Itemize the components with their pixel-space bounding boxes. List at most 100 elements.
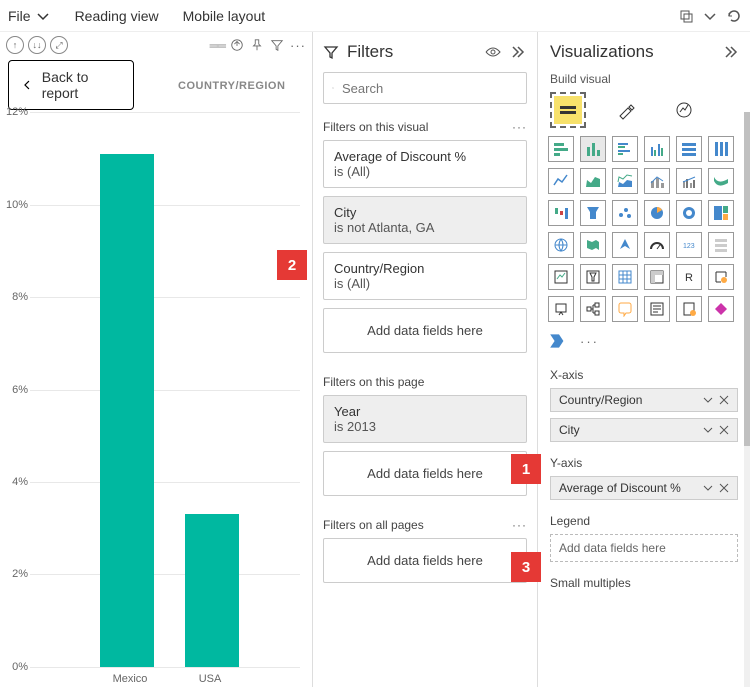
filter-icon (323, 44, 339, 60)
viz-stacked-column-icon[interactable] (580, 136, 606, 162)
chevron-down-icon[interactable] (703, 483, 713, 493)
all-filter-dropzone[interactable]: Add data fields here (323, 538, 527, 583)
viz-line-icon[interactable] (548, 168, 574, 194)
viz-kpi-icon[interactable] (548, 264, 574, 290)
viz-line-clustered-column-icon[interactable] (676, 168, 702, 194)
viz-100-stacked-bar-icon[interactable] (676, 136, 702, 162)
viz-waterfall-icon[interactable] (548, 200, 574, 226)
copy-icon[interactable] (678, 8, 694, 24)
chevron-down-icon[interactable] (703, 395, 713, 405)
bar-mexico[interactable] (100, 154, 154, 667)
viz-type-gallery: 123 R (538, 130, 750, 328)
viz-donut-icon[interactable] (676, 200, 702, 226)
filter-search[interactable] (323, 72, 527, 104)
viz-subtitle: Build visual (538, 72, 750, 92)
viz-qa-icon[interactable] (612, 296, 638, 322)
analytics-tab[interactable] (670, 96, 698, 124)
chevron-down-icon[interactable] (703, 425, 713, 435)
more-icon[interactable]: ··· (512, 120, 527, 134)
viz-clustered-column-icon[interactable] (644, 136, 670, 162)
y-tick: 12% (6, 106, 28, 118)
export-icon[interactable] (230, 38, 244, 52)
viz-table-icon[interactable] (612, 264, 638, 290)
viz-decomposition-tree-icon[interactable] (580, 296, 606, 322)
build-visual-tab[interactable] (554, 96, 582, 124)
power-automate-icon[interactable] (548, 330, 570, 352)
more-icon[interactable]: ··· (580, 334, 599, 349)
filter-icon[interactable] (270, 38, 284, 52)
drill-down-icon[interactable]: ↓↓ (28, 36, 46, 54)
scroll-thumb[interactable] (744, 112, 750, 446)
bar-usa[interactable] (185, 514, 239, 667)
expand-icon[interactable]: ⤢ (50, 36, 68, 54)
collapse-icon[interactable] (722, 44, 738, 60)
viz-r-visual-icon[interactable]: R (676, 264, 702, 290)
more-icon[interactable]: ··· (512, 518, 527, 532)
viz-100-stacked-column-icon[interactable] (708, 136, 734, 162)
viz-card-icon[interactable]: 123 (676, 232, 702, 258)
callout-2: 2 (277, 250, 307, 280)
viz-slicer-icon[interactable] (580, 264, 606, 290)
viz-stacked-area-icon[interactable] (612, 168, 638, 194)
close-icon[interactable] (719, 483, 729, 493)
visual-filter-dropzone[interactable]: Add data fields here (323, 308, 527, 353)
viz-matrix-icon[interactable] (644, 264, 670, 290)
chevron-down-icon[interactable] (702, 8, 718, 24)
drop-label: Add data fields here (559, 541, 666, 555)
scrollbar[interactable] (744, 112, 750, 687)
page-filter-dropzone[interactable]: Add data fields here (323, 451, 527, 496)
close-icon[interactable] (719, 425, 729, 435)
viz-pie-icon[interactable] (644, 200, 670, 226)
field-pill-city[interactable]: City (550, 418, 738, 442)
viz-azure-map-icon[interactable] (612, 232, 638, 258)
field-pill-country[interactable]: Country/Region (550, 388, 738, 412)
search-input[interactable] (342, 81, 518, 96)
filter-card-city[interactable]: City is not Atlanta, GA (323, 196, 527, 244)
file-menu[interactable]: File (8, 8, 51, 24)
viz-map-icon[interactable] (548, 232, 574, 258)
mobile-layout-button[interactable]: Mobile layout (183, 8, 266, 24)
viz-py-visual-icon[interactable] (708, 264, 734, 290)
x-label: Mexico (100, 673, 160, 685)
report-canvas[interactable]: ↑ ↓↓ ⤢ ══ ··· Back to report COUNTRY/REG… (0, 32, 313, 687)
filter-condition: is (All) (334, 276, 516, 291)
refresh-icon[interactable] (726, 8, 742, 24)
viz-multi-row-card-icon[interactable] (708, 232, 734, 258)
top-ribbon: File Reading view Mobile layout (0, 0, 750, 32)
collapse-icon[interactable] (509, 44, 525, 60)
filter-card-year[interactable]: Year is 2013 (323, 395, 527, 443)
viz-clustered-bar-icon[interactable] (612, 136, 638, 162)
more-icon[interactable]: ··· (290, 38, 306, 53)
viz-filled-map-icon[interactable] (580, 232, 606, 258)
filter-card-discount[interactable]: Average of Discount % is (All) (323, 140, 527, 188)
field-pill-discount[interactable]: Average of Discount % (550, 476, 738, 500)
drill-up-icon[interactable]: ↑ (6, 36, 24, 54)
visualizations-pane: Visualizations Build visual (538, 32, 750, 687)
close-icon[interactable] (719, 395, 729, 405)
viz-power-apps-icon[interactable] (708, 296, 734, 322)
viz-paginated-report-icon[interactable] (676, 296, 702, 322)
viz-line-stacked-column-icon[interactable] (644, 168, 670, 194)
bar-chart[interactable]: 12% 10% 8% 6% 4% 2% 0% Mexico USA (0, 112, 308, 687)
viz-treemap-icon[interactable] (708, 200, 734, 226)
grip-icon[interactable]: ══ (210, 38, 224, 53)
section-page-filters: Filters on this page (313, 371, 537, 395)
filters-pane: Filters Filters on this visual ··· Avera… (313, 32, 538, 687)
viz-key-influencers-icon[interactable] (548, 296, 574, 322)
reading-view-button[interactable]: Reading view (75, 8, 159, 24)
viz-ribbon-icon[interactable] (708, 168, 734, 194)
format-visual-tab[interactable] (612, 96, 640, 124)
back-to-report-button[interactable]: Back to report (8, 60, 134, 110)
viz-scatter-icon[interactable] (612, 200, 638, 226)
viz-gauge-icon[interactable] (644, 232, 670, 258)
viz-funnel-icon[interactable] (580, 200, 606, 226)
viz-area-icon[interactable] (580, 168, 606, 194)
legend-dropzone[interactable]: Add data fields here (550, 534, 738, 562)
filter-card-country[interactable]: Country/Region is (All) (323, 252, 527, 300)
viz-stacked-bar-icon[interactable] (548, 136, 574, 162)
filters-title: Filters (347, 42, 477, 62)
viz-smart-narrative-icon[interactable] (644, 296, 670, 322)
eye-icon[interactable] (485, 44, 501, 60)
pin-icon[interactable] (250, 38, 264, 52)
yaxis-section-label: Y-axis (538, 448, 750, 474)
